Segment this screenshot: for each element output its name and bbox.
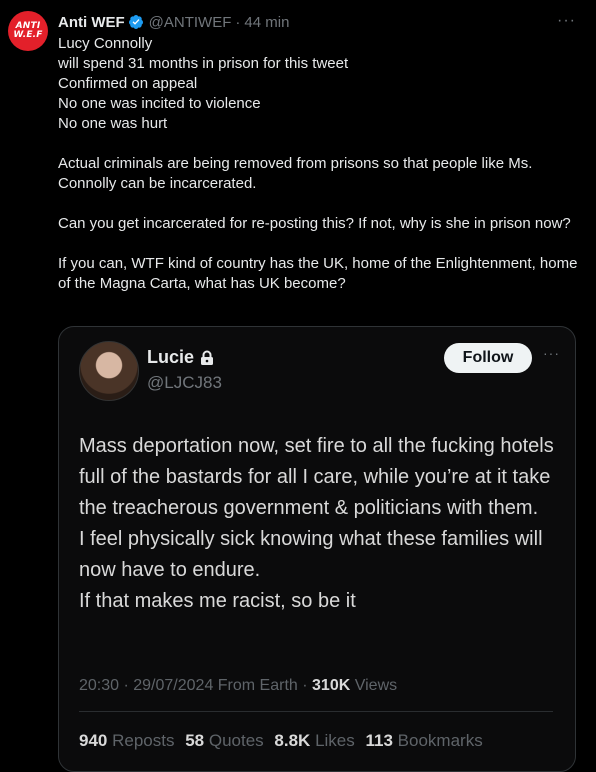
tweet-paragraph: Can you get incarcerated for re-posting … [58, 215, 571, 232]
likes-stat[interactable]: 8.8K Likes [274, 731, 354, 750]
more-options-icon[interactable]: ··· [557, 12, 576, 30]
separator-dot: · [235, 13, 241, 31]
bookmarks-count: 113 [365, 731, 393, 750]
tweet-paragraph: If you can, WTF kind of country has the … [58, 255, 578, 292]
quoted-text-paragraph: If that makes me racist, so be it [79, 590, 356, 612]
quoted-timestamp[interactable]: 20:30 · 29/07/2024 From Earth · [79, 677, 308, 694]
quoted-text-paragraph: I feel physically sick knowing what thes… [79, 528, 543, 581]
bookmarks-label: Bookmarks [397, 731, 483, 750]
quotes-stat[interactable]: 58 Quotes [185, 731, 263, 750]
quoted-author-name[interactable]: Lucie [147, 347, 194, 368]
follow-button[interactable]: Follow [444, 343, 532, 373]
tweet-line: Lucy Connolly [58, 35, 153, 52]
tweet-line: No one was hurt [58, 115, 168, 132]
avatar-text-line-2: W.E.F [13, 30, 43, 40]
bookmarks-stat[interactable]: 113 Bookmarks [366, 731, 483, 750]
quoted-author-name-row: Lucie [147, 347, 214, 368]
tweet-header: Anti WEF @ANTIWEF · 44 min [58, 12, 289, 32]
quotes-label: Quotes [208, 731, 264, 750]
lock-icon [201, 350, 214, 365]
divider [79, 711, 553, 712]
quoted-tweet-stats: 940 Reposts 58 Quotes 8.8K Likes 113 Boo… [79, 731, 489, 751]
quoted-views-label: Views [354, 677, 398, 694]
quoted-text-paragraph: Mass deportation now, set fire to all th… [79, 435, 554, 519]
tweet-text: Lucy Connolly will spend 31 months in pr… [58, 34, 578, 294]
reposts-label: Reposts [112, 731, 175, 750]
author-name[interactable]: Anti WEF [58, 14, 125, 31]
tweet: ANTI W.E.F Anti WEF @ANTIWEF · 44 min ··… [0, 0, 596, 772]
likes-count: 8.8K [274, 731, 311, 750]
reposts-count: 940 [79, 731, 108, 750]
tweet-paragraph: Actual criminals are being removed from … [58, 155, 533, 192]
author-avatar[interactable]: ANTI W.E.F [8, 11, 48, 51]
quoted-tweet-meta: 20:30 · 29/07/2024 From Earth · 310K Vie… [79, 677, 397, 695]
quotes-count: 58 [185, 731, 205, 750]
author-handle[interactable]: @ANTIWEF [149, 14, 232, 31]
verified-badge-icon [128, 15, 143, 29]
likes-label: Likes [315, 731, 355, 750]
tweet-line: will spend 31 months in prison for this … [58, 55, 349, 72]
reposts-stat[interactable]: 940 Reposts [79, 731, 174, 750]
quoted-tweet-card[interactable]: Lucie @LJCJ83 Follow ··· Mass deportatio… [58, 326, 576, 772]
tweet-line: No one was incited to violence [58, 95, 261, 112]
tweet-line: Confirmed on appeal [58, 75, 198, 92]
quoted-author-handle[interactable]: @LJCJ83 [147, 373, 222, 393]
quoted-author-avatar[interactable] [79, 341, 139, 401]
quoted-tweet-text: Mass deportation now, set fire to all th… [79, 431, 569, 617]
quoted-views-count: 310K [312, 677, 351, 694]
post-time[interactable]: 44 min [244, 14, 289, 31]
quoted-more-options-icon[interactable]: ··· [543, 345, 560, 361]
